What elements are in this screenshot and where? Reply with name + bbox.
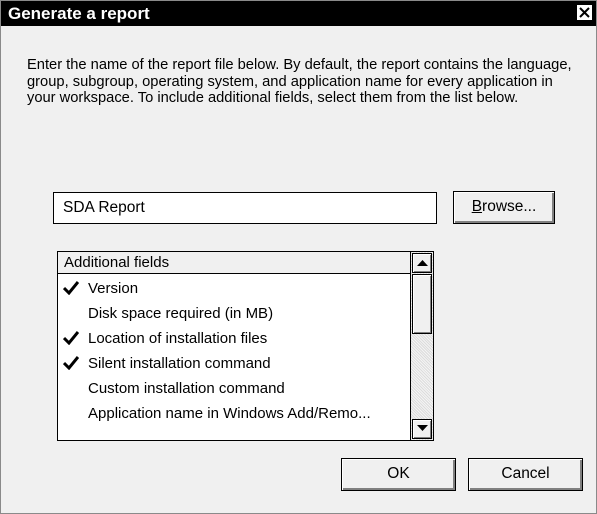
additional-fields-list[interactable]: Additional fields Version Disk space requ…: [57, 251, 434, 441]
list-header: Additional fields: [58, 252, 411, 274]
close-icon: [579, 7, 590, 18]
arrow-down-icon: [417, 425, 428, 431]
cancel-button[interactable]: Cancel: [468, 458, 583, 491]
close-button[interactable]: [576, 4, 593, 21]
checkmark-icon: [63, 281, 79, 295]
report-filename-input[interactable]: [53, 192, 437, 224]
list-scrollbar[interactable]: [410, 252, 433, 440]
instructions-text: Enter the name of the report file below.…: [27, 57, 572, 106]
browse-label: rowse...: [482, 198, 537, 215]
field-item-label: Location of installation files: [88, 330, 268, 347]
scroll-down-button[interactable]: [412, 419, 432, 439]
field-item[interactable]: Location of installation files: [58, 326, 410, 351]
field-item-label: Version: [88, 280, 139, 297]
arrow-up-icon: [417, 260, 428, 266]
scroll-up-button[interactable]: [412, 253, 432, 273]
title-bar[interactable]: Generate a report: [1, 1, 596, 26]
field-item-label: Application name in Windows Add/Remo...: [88, 405, 371, 422]
browse-mnemonic: B: [471, 198, 483, 215]
browse-button[interactable]: Browse...: [453, 191, 555, 224]
field-item[interactable]: Version: [58, 276, 410, 301]
dialog-title: Generate a report: [8, 4, 150, 23]
field-item-label: Silent installation command: [88, 355, 271, 372]
field-item[interactable]: Silent installation command: [58, 351, 410, 376]
generate-report-dialog: Generate a report Enter the name of the …: [0, 0, 597, 514]
field-item[interactable]: Application name in Windows Add/Remo...: [58, 401, 410, 426]
scroll-thumb[interactable]: [412, 274, 432, 334]
field-item-label: Disk space required (in MB): [88, 305, 274, 322]
field-item[interactable]: Custom installation command: [58, 376, 410, 401]
field-item[interactable]: Disk space required (in MB): [58, 301, 410, 326]
ok-button[interactable]: OK: [341, 458, 456, 491]
checkmark-icon: [63, 331, 79, 345]
checkmark-icon: [63, 356, 79, 370]
field-item-label: Custom installation command: [88, 380, 285, 397]
list-rows: Version Disk space required (in MB) Locati…: [58, 276, 410, 426]
list-header-label: Additional fields: [64, 254, 170, 271]
